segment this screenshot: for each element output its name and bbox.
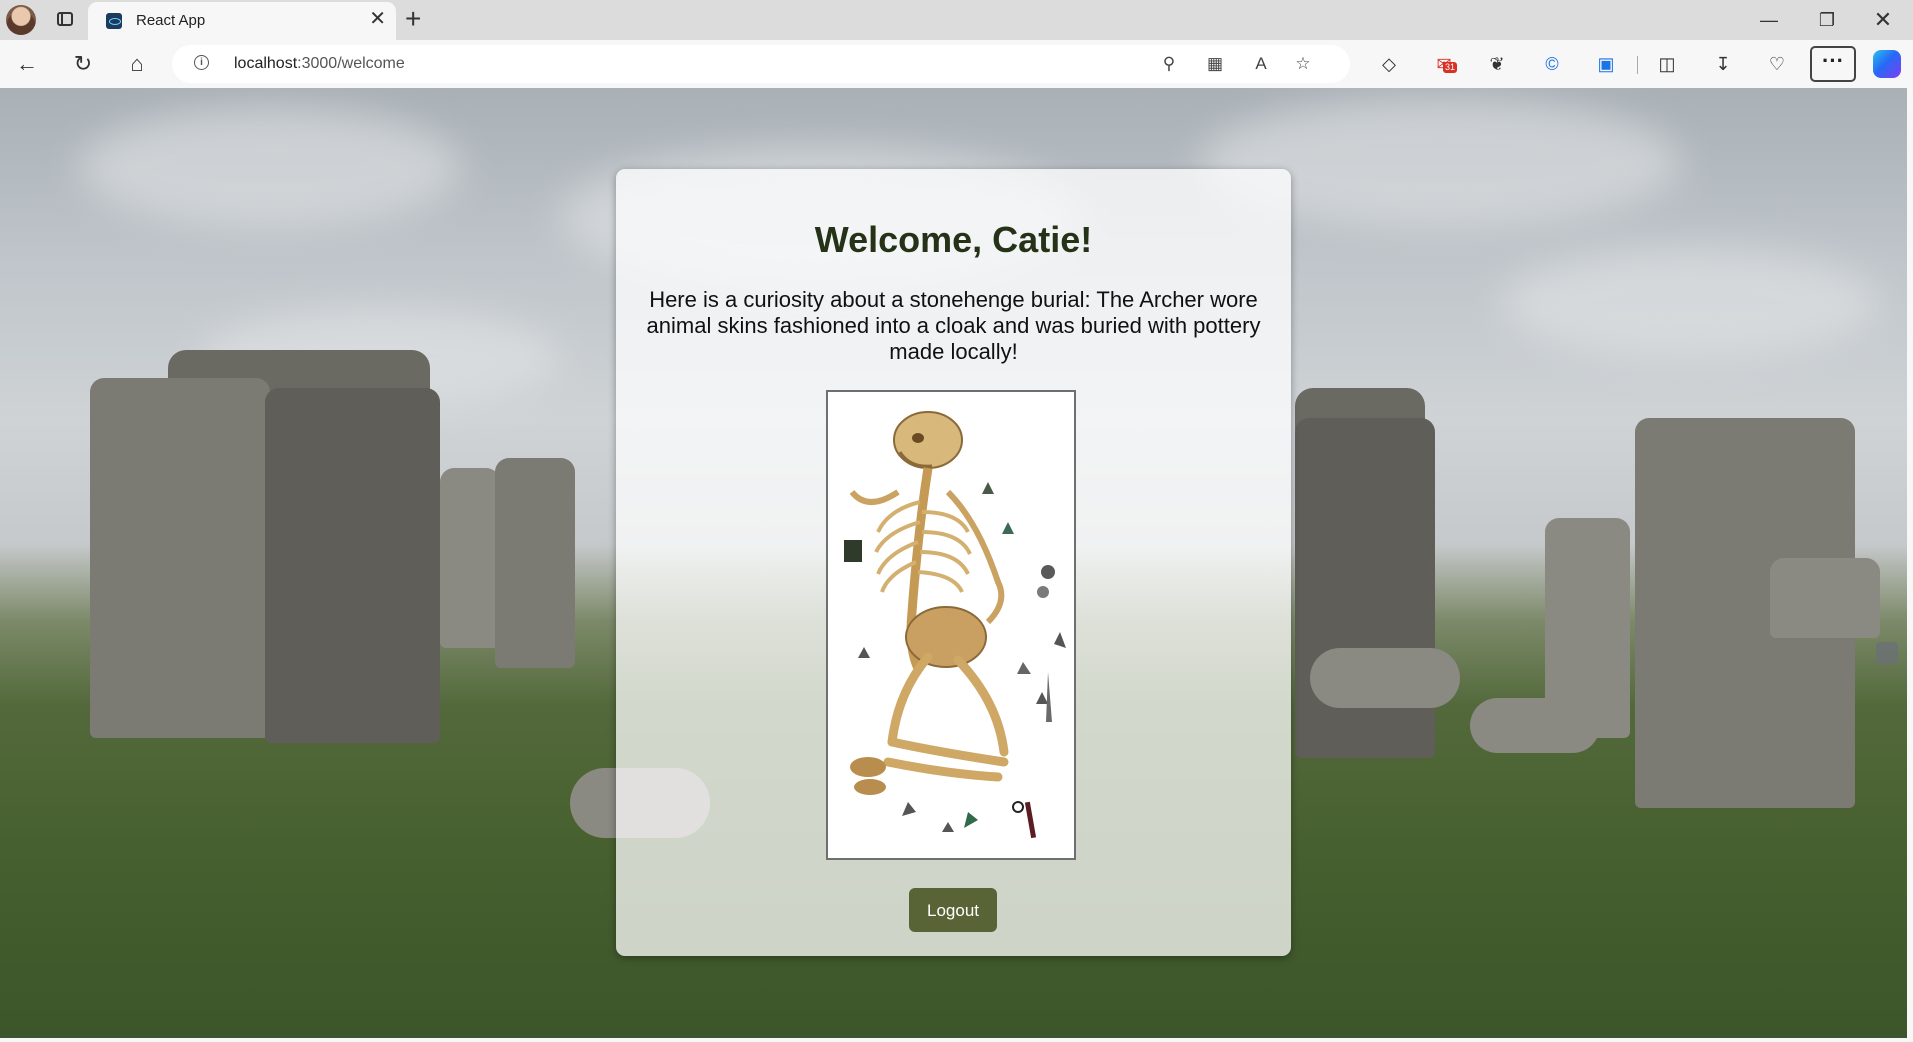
site-info-icon[interactable]: i [194, 55, 209, 70]
key-icon[interactable]: ⚲ [1158, 53, 1180, 75]
react-favicon-icon [106, 13, 122, 29]
welcome-card: Welcome, Catie! Here is a curiosity abou… [616, 169, 1291, 956]
extension-cat-icon[interactable]: ◇ [1376, 51, 1402, 77]
page-viewport: Welcome, Catie! Here is a curiosity abou… [0, 88, 1907, 1038]
welcome-title: Welcome, Catie! [814, 219, 1093, 260]
screenshot-extension-icon[interactable]: ▣ [1593, 51, 1619, 77]
new-tab-button[interactable]: + [405, 4, 421, 34]
app-install-icon[interactable]: ▦ [1204, 53, 1226, 75]
grammar-extension-icon[interactable]: ❦ [1484, 51, 1510, 77]
browser-essentials-icon[interactable]: ♡ [1764, 51, 1790, 77]
url-text[interactable]: localhost:3000/welcome [234, 55, 405, 73]
url-path: :3000/welcome [297, 55, 405, 72]
favorite-star-icon[interactable]: ☆ [1292, 53, 1314, 75]
downloads-icon[interactable]: ↧ [1710, 51, 1736, 77]
tab-close-icon[interactable]: ✕ [369, 9, 386, 29]
address-bar[interactable]: i localhost:3000/welcome ⚲ ▦ A ☆ [172, 45, 1350, 83]
home-icon[interactable]: ⌂ [122, 49, 152, 79]
curiosity-text: Here is a curiosity about a stonehenge b… [646, 287, 1261, 364]
browser-toolbar: ← ↻ ⌂ i localhost:3000/welcome ⚲ ▦ A ☆ ◇… [0, 40, 1913, 88]
back-arrow-icon[interactable]: ← [12, 49, 42, 79]
copyright-extension-icon[interactable]: © [1539, 51, 1565, 77]
window-restore-button[interactable]: ❐ [1804, 5, 1850, 35]
scroll-corner-icon[interactable] [1876, 642, 1898, 664]
reload-icon[interactable]: ↻ [68, 49, 98, 79]
url-host: localhost [234, 55, 298, 72]
archer-burial-skeleton-image [826, 390, 1076, 860]
tab-react-app[interactable]: React App ✕ [88, 2, 396, 40]
window-close-button[interactable]: ✕ [1860, 5, 1906, 35]
browser-tab-bar: React App ✕ + — ❐ ✕ [0, 0, 1913, 40]
profile-avatar[interactable] [6, 5, 36, 35]
window-minimize-button[interactable]: — [1746, 5, 1792, 35]
logout-button[interactable]: Logout [909, 888, 997, 932]
read-aloud-icon[interactable]: A [1250, 53, 1272, 75]
split-screen-icon[interactable]: ◫ [1654, 51, 1680, 77]
gmail-count-badge: 31 [1443, 62, 1458, 73]
toolbar-divider [1637, 56, 1638, 74]
copilot-icon[interactable] [1873, 50, 1901, 78]
tab-actions-icon[interactable] [55, 9, 77, 31]
tab-title: React App [136, 12, 206, 29]
more-options-button[interactable]: ··· [1810, 46, 1856, 82]
